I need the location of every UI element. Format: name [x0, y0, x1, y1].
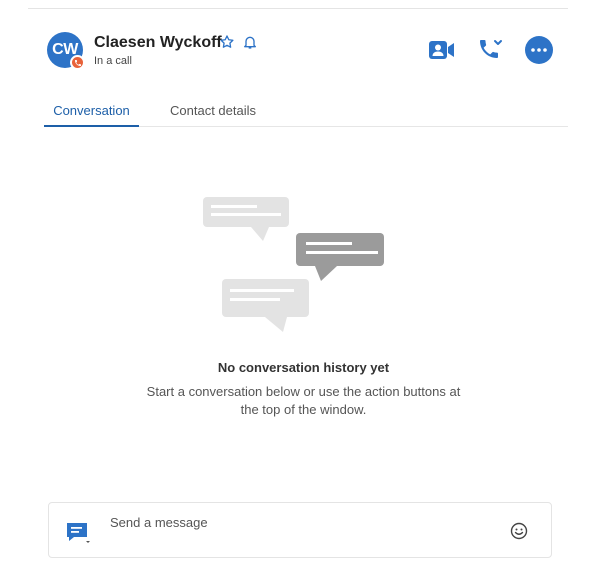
chat-bubble-icon — [203, 197, 289, 241]
tab-conversation[interactable]: Conversation — [44, 103, 139, 127]
emoji-icon — [510, 522, 528, 540]
message-input[interactable] — [110, 511, 490, 533]
chat-bubble-icon — [296, 233, 384, 281]
empty-conversation-illustration — [203, 197, 384, 332]
emoji-button[interactable] — [510, 522, 528, 540]
message-icon — [67, 523, 90, 543]
contact-header: CW Claesen Wyckoff In a call — [47, 32, 567, 72]
tab-contact-details[interactable]: Contact details — [170, 103, 256, 118]
bell-icon[interactable] — [242, 34, 258, 50]
empty-state-description-line: the top of the window. — [240, 402, 367, 417]
empty-state-description: Start a conversation below or use the ac… — [0, 383, 607, 419]
phone-call-icon — [480, 40, 502, 58]
contact-status: In a call — [94, 55, 132, 67]
more-options-button[interactable] — [525, 36, 553, 64]
more-icon — [531, 48, 547, 52]
tab-bar: Conversation Contact details — [44, 98, 568, 127]
message-composer — [48, 502, 552, 558]
message-type-selector[interactable] — [66, 521, 92, 543]
star-icon[interactable] — [219, 34, 235, 50]
in-call-presence-icon — [70, 55, 85, 70]
empty-state-title: No conversation history yet — [217, 360, 390, 375]
video-call-icon — [429, 41, 454, 59]
chat-bubble-icon — [222, 279, 309, 332]
top-divider — [28, 8, 568, 9]
empty-state-description-line: Start a conversation below or use the ac… — [146, 384, 461, 399]
contact-name: Claesen Wyckoff — [94, 34, 222, 51]
call-button[interactable] — [477, 36, 505, 64]
video-call-button[interactable] — [428, 36, 456, 64]
